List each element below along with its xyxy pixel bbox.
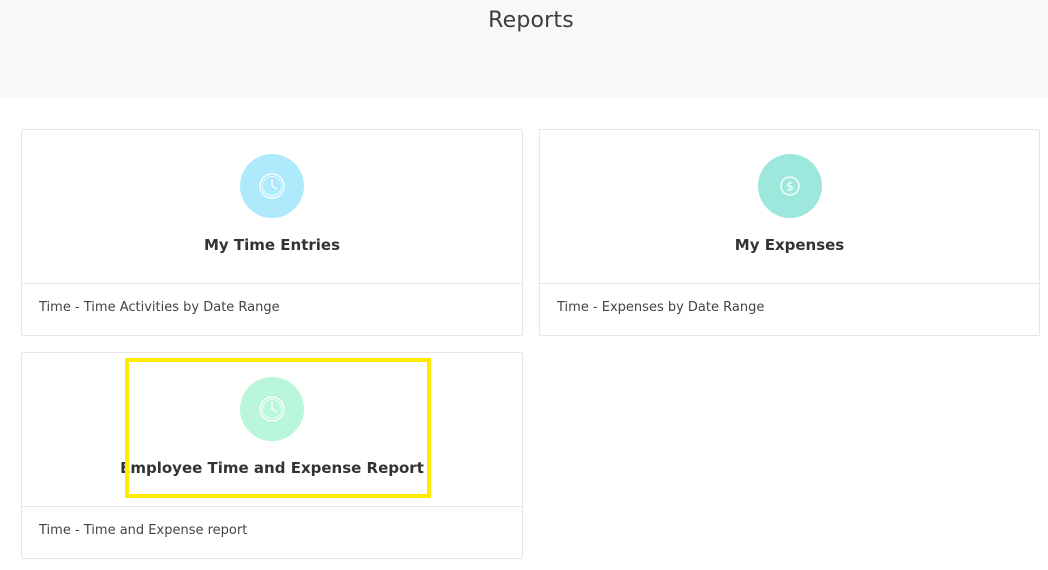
card-title: My Expenses — [734, 236, 845, 254]
card-description: Time - Expenses by Date Range — [557, 300, 765, 315]
card-title: Employee Time and Expense Report — [120, 459, 424, 477]
card-header: My Time Entries — [22, 130, 522, 284]
page-title: Reports — [488, 8, 574, 33]
card-description: Time - Time and Expense report — [39, 523, 248, 538]
card-header: $ My Expenses — [540, 130, 1039, 284]
dollar-coin-icon: $ — [757, 154, 822, 218]
clock-icon — [240, 377, 304, 441]
card-title: My Time Entries — [203, 236, 341, 254]
card-description: Time - Time Activities by Date Range — [39, 300, 280, 315]
report-card-my-expenses[interactable]: $ My Expenses Time - Expenses by Date Ra… — [539, 129, 1040, 336]
clock-icon — [240, 154, 304, 218]
card-header: Employee Time and Expense Report — [22, 353, 522, 507]
page-header: Reports — [0, 0, 1048, 97]
report-card-employee-time-and-expense[interactable]: Employee Time and Expense Report Time - … — [21, 352, 523, 559]
report-card-my-time-entries[interactable]: My Time Entries Time - Time Activities b… — [21, 129, 523, 336]
svg-text:$: $ — [786, 180, 794, 194]
